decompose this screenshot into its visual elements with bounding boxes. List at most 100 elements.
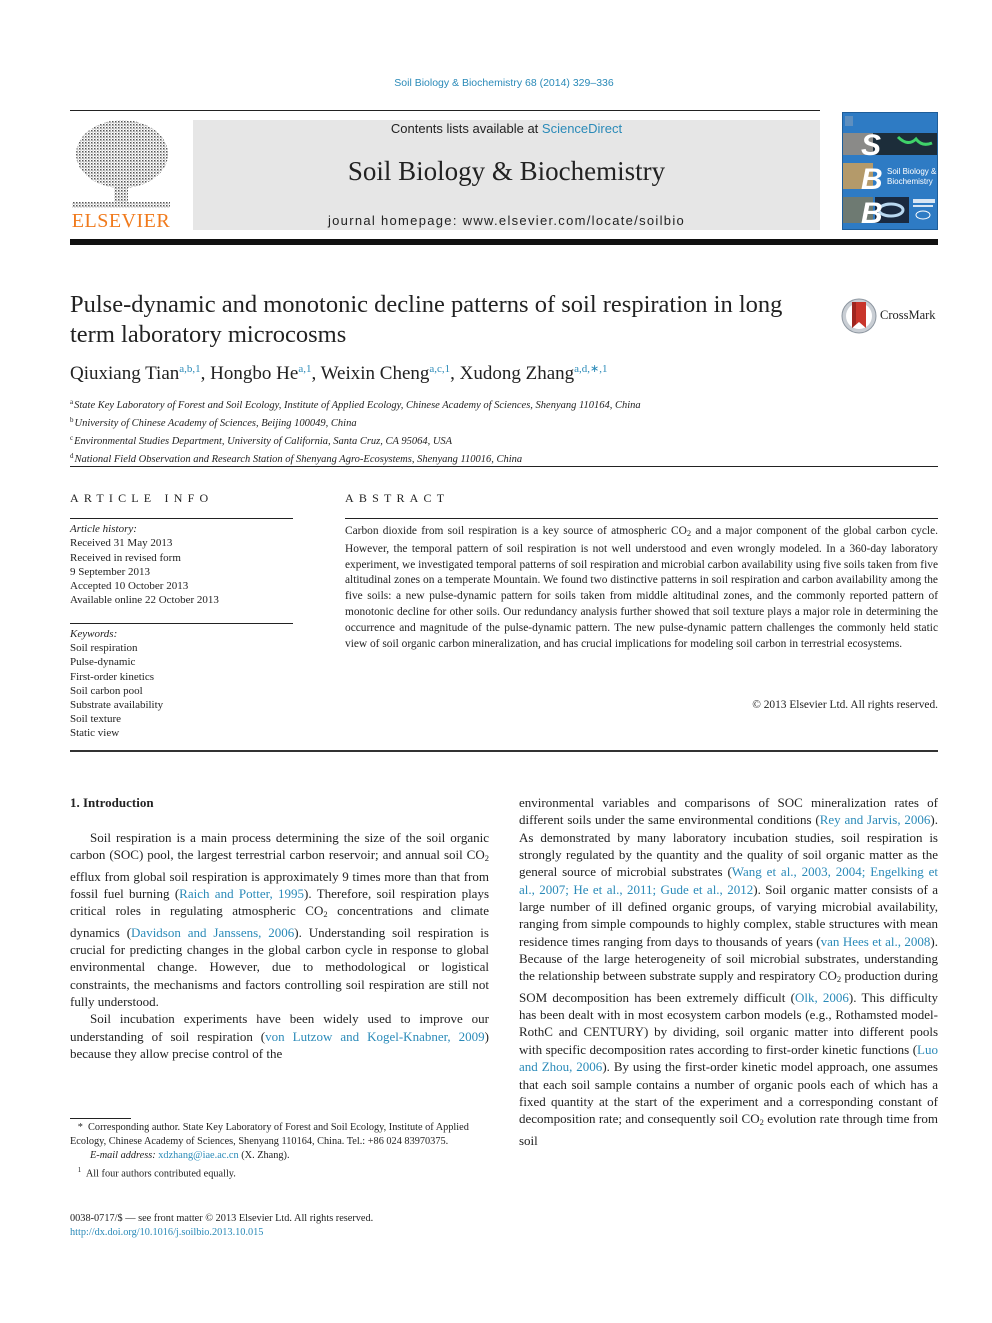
history-label: Article history: [70,523,137,535]
abstract-rule [345,518,938,519]
paragraph: Soil incubation experiments have been wi… [70,1010,489,1062]
affiliation-key: d [70,452,74,460]
abstract-text-part: Carbon dioxide from soil respiration is … [345,525,687,537]
affiliation-item: bUniversity of Chinese Academy of Scienc… [70,413,641,431]
sciencedirect-link[interactable]: ScienceDirect [542,121,622,136]
keywords-list: Keywords: Soil respiration Pulse-dynamic… [70,627,163,741]
author-affiliation-marks[interactable]: a,c,1 [429,363,450,375]
cover-letter-b2: B [861,197,883,230]
homepage-url-link[interactable]: www.elsevier.com/locate/soilbio [463,213,685,228]
section-heading-introduction: 1. Introduction [70,795,154,810]
crossmark-button[interactable]: CrossMark [840,296,940,336]
affiliation-key: b [70,416,74,424]
body-column-right: environmental variables and comparisons … [519,794,938,1149]
footnote-mark: * [77,1122,83,1133]
keyword-item: Soil respiration [70,642,138,655]
front-matter-bottom-rule [70,750,938,752]
affiliation-item: cEnvironmental Studies Department, Unive… [70,431,641,449]
author-affiliation-marks[interactable]: a,d,∗,1 [574,363,607,375]
citation-link[interactable]: Olk, 2006 [795,990,849,1005]
paragraph: environmental variables and comparisons … [519,794,938,1149]
email-suffix: (X. Zhang). [238,1150,290,1161]
history-item: Received 31 May 2013 [70,537,173,550]
keyword-item: Substrate availability [70,699,164,712]
author-name[interactable]: Xudong Zhang [460,363,575,384]
citation-link[interactable]: von Lutzow and Kogel-Knabner, 2009 [265,1029,485,1044]
section-divider [70,466,938,467]
keyword-item: Soil carbon pool [70,684,143,697]
citation-link[interactable]: van Hees et al., 2008 [821,934,931,949]
paragraph: Soil respiration is a main process deter… [70,829,489,1010]
affiliation-key: a [70,398,74,406]
author-affiliation-marks[interactable]: a,1 [298,363,311,375]
article-history: Article history: Received 31 May 2013 Re… [70,522,219,608]
footnote-text: All four authors contributed equally. [85,1168,236,1180]
history-item: Available online 22 October 2013 [70,594,219,607]
cover-letter-b1: B [861,163,883,196]
header-rule [70,110,820,111]
footnote-text: Corresponding author. State Key Laborato… [70,1122,469,1147]
footnote-mark: 1 [77,1166,82,1174]
issn-line: 0038-0717/$ — see front matter © 2013 El… [70,1213,374,1224]
text-run: Soil respiration is a main process deter… [70,830,489,863]
keywords-label: Keywords: [70,628,118,640]
keyword-item: Static view [70,727,120,740]
contents-prefix: Contents lists available at [390,121,542,136]
affiliation-key: c [70,434,74,442]
homepage-prefix: journal homepage: [327,213,463,228]
citation-link[interactable]: Raich and Potter, 1995 [179,886,304,901]
abstract-body: Carbon dioxide from soil respiration is … [345,524,938,652]
article-info-heading: ARTICLE INFO [70,491,214,505]
journal-title: Soil Biology & Biochemistry [347,156,666,186]
keyword-item: Soil texture [70,713,122,726]
journal-cover-image: S B B Soil Biology & Biochemistry [843,113,937,230]
author-list: Qiuxiang Tiana,b,1, Hongbo Hea,1, Weixin… [70,363,608,384]
footnote-equal-contribution: 1 All four authors contributed equally. [70,1163,489,1181]
elsevier-tree-icon [72,120,170,208]
abstract-text-part: and a major component of the global carb… [345,525,938,650]
footnote-corresponding: * Corresponding author. State Key Labora… [70,1121,489,1149]
affiliation-item: aState Key Laboratory of Forest and Soil… [70,395,641,413]
author-name[interactable]: Weixin Cheng [321,363,430,384]
footnote-email: E-mail address: xdzhang@iae.ac.cn (X. Zh… [70,1149,489,1163]
affiliation-text: State Key Laboratory of Forest and Soil … [74,400,641,411]
doi-link[interactable]: http://dx.doi.org/10.1016/j.soilbio.2013… [70,1226,373,1240]
footnotes: * Corresponding author. State Key Labora… [70,1121,489,1181]
keywords-rule [70,623,293,624]
article-title: Pulse-dynamic and monotonic decline patt… [70,291,783,348]
email-link[interactable]: xdzhang@iae.ac.cn [158,1150,238,1161]
header-thick-rule [70,239,938,245]
affiliation-text: University of Chinese Academy of Science… [74,418,357,429]
crossmark-icon [841,298,877,334]
elsevier-logo[interactable]: ELSEVIER [70,118,172,233]
body-column-left: Soil respiration is a main process deter… [70,829,489,1062]
cover-letter-s: S [861,129,881,162]
journal-cover-thumbnail[interactable]: S B B Soil Biology & Biochemistry [842,112,938,230]
crossmark-label: CrossMark [880,308,936,322]
citation-link[interactable]: Rey and Jarvis, 2006 [820,812,931,827]
cover-subtitle-1: Soil Biology & [887,167,937,176]
article-info-rule [70,518,293,519]
email-label: E-mail address: [90,1150,156,1161]
elsevier-wordmark: ELSEVIER [71,210,171,232]
abstract-copyright: © 2013 Elsevier Ltd. All rights reserved… [752,699,938,711]
keyword-item: First-order kinetics [70,670,155,683]
cover-subtitle-2: Biochemistry [887,177,933,186]
affiliation-item: dNational Field Observation and Research… [70,449,641,467]
affiliation-text: Environmental Studies Department, Univer… [74,436,453,447]
journal-homepage: journal homepage: www.elsevier.com/locat… [193,213,820,228]
keyword-item: Pulse-dynamic [70,656,136,669]
journal-citation-link[interactable]: Soil Biology & Biochemistry 68 (2014) 32… [0,77,992,89]
citation-link[interactable]: Davidson and Janssens, 2006 [131,925,294,940]
contents-line: Contents lists available at ScienceDirec… [193,121,820,136]
author-affiliation-marks[interactable]: a,b,1 [179,363,200,375]
history-item: 9 September 2013 [70,565,151,578]
affiliation-list: aState Key Laboratory of Forest and Soil… [70,395,641,467]
author-name[interactable]: Hongbo He [210,363,298,384]
author-name[interactable]: Qiuxiang Tian [70,363,179,384]
footnote-rule [70,1118,131,1119]
history-item: Accepted 10 October 2013 [70,580,189,593]
front-matter-info: 0038-0717/$ — see front matter © 2013 El… [70,1212,373,1240]
history-item: Received in revised form [70,551,181,564]
affiliation-text: National Field Observation and Research … [74,454,523,465]
